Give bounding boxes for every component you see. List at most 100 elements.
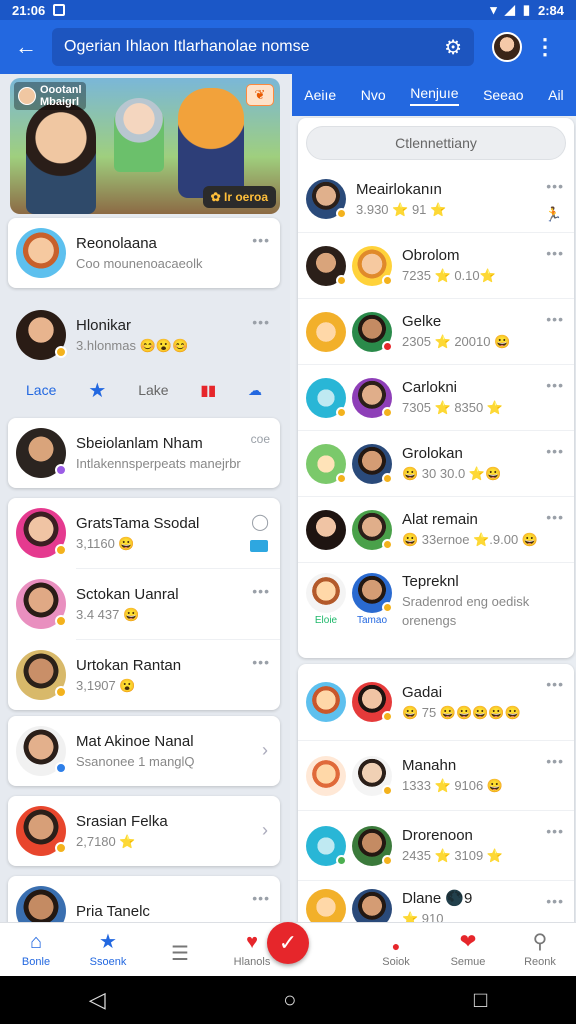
recents-square-icon[interactable]: □ — [474, 987, 487, 1013]
list-item[interactable]: Mat Akinoe Nanal Ssanonee 1 manglQ › — [8, 716, 280, 786]
status-dot — [382, 472, 393, 484]
list-card[interactable]: GratsTama Ssodal 3,1160 😀 ◯ Sctokan Uanr… — [8, 498, 280, 710]
list-card[interactable]: Reonolaana Coo mounenoacaeolk ••• — [8, 218, 280, 288]
status-dot — [336, 274, 347, 286]
system-nav: ◁ ○ □ — [0, 976, 576, 1024]
contact-subtitle: 2305 ⭐ 20010 😀 — [402, 334, 511, 349]
more-dots-icon[interactable]: ••• — [252, 583, 270, 599]
list-item[interactable]: Manahn 1333 ⭐ 9106 😀 ••• — [298, 740, 574, 810]
list-item[interactable]: Urtokan Rantan 3,1907 😮 ••• — [8, 640, 280, 710]
list-item[interactable]: Reonolaana Coo mounenoacaeolk ••• — [8, 218, 280, 288]
list-item[interactable]: Carlokni 7305 ⭐ 8350 ⭐ ••• — [298, 364, 574, 430]
back-arrow-icon[interactable]: ← — [6, 34, 46, 60]
tab-5[interactable]: Ail — [548, 87, 564, 103]
lake-action[interactable]: Lake — [138, 382, 168, 398]
list-item[interactable]: Gadai 😀 75 😀😀😀😀😀 ••• — [298, 664, 574, 740]
list-item[interactable]: Sbeiolanlam Nham Intlakennsperpeats mane… — [8, 418, 280, 488]
status-dot — [336, 208, 347, 219]
cloud-icon[interactable]: ☁ — [248, 382, 262, 399]
banner-badge-icon[interactable]: ❦ — [246, 84, 274, 106]
featured-banner[interactable]: Oootanl Mbaigrl ❦ ✿ Ir oeroa — [10, 78, 280, 214]
nav-search-2[interactable]: ⚲ Reonk — [504, 929, 576, 968]
list-item[interactable]: Hlonikar 3.hlonmas 😊😮😊 ••• — [8, 300, 280, 370]
back-triangle-icon[interactable]: ◁ — [89, 987, 106, 1013]
list-item[interactable]: Eloie Tamao Tepreknl Sradenrod eng oedis… — [298, 562, 574, 646]
nav-home[interactable]: ⌂ Bonle — [0, 931, 72, 968]
more-dots-icon[interactable]: ••• — [546, 509, 564, 525]
status-dot — [382, 538, 393, 550]
chat-bubble-icon[interactable]: ◯ — [251, 512, 270, 532]
fab-check-button[interactable]: ✓ — [267, 922, 309, 964]
list-icon: ☰ — [171, 943, 189, 965]
video-badge-icon[interactable] — [250, 540, 268, 552]
list-card[interactable]: Pria Tanelc ••• — [8, 876, 280, 922]
nav-home-label: Bonle — [21, 956, 51, 968]
status-dot — [55, 762, 67, 774]
notification-icon — [53, 4, 66, 16]
more-dots-icon[interactable]: ••• — [546, 311, 564, 327]
gear-icon[interactable]: ⚙ — [444, 35, 462, 60]
list-item[interactable]: GratsTama Ssodal 3,1160 😀 ◯ — [8, 498, 280, 568]
list-item[interactable]: Pria Tanelc ••• — [8, 876, 280, 922]
more-dots-icon[interactable]: ••• — [546, 443, 564, 459]
more-dots-icon[interactable]: ••• — [546, 753, 564, 769]
contact-subtitle: 1333 ⭐ 9106 😀 — [402, 778, 504, 793]
tab-2[interactable]: Nvo — [361, 87, 386, 103]
more-dots-icon[interactable]: ••• — [546, 676, 564, 692]
more-dots-icon[interactable]: ••• — [252, 890, 270, 906]
more-dots-icon[interactable]: ••• — [546, 823, 564, 839]
more-vert-icon[interactable]: ⋮ — [534, 34, 556, 60]
tab-4[interactable]: Seeao — [483, 87, 523, 103]
more-dots-icon[interactable]: ••• — [252, 654, 270, 670]
more-dots-icon[interactable]: ••• — [252, 314, 270, 330]
contact-subtitle: 3,1907 😮 — [76, 677, 136, 693]
list-item[interactable]: Alat remain 😀 33ernoe ⭐.9.00 😀 ••• — [298, 496, 574, 562]
list-item[interactable]: Srasian Felka 2,7180 ⭐ › — [8, 796, 280, 866]
list-card[interactable]: Srasian Felka 2,7180 ⭐ › — [8, 796, 280, 866]
more-dots-icon[interactable]: ••• — [546, 893, 564, 909]
avatar — [352, 311, 393, 352]
dot-icon: ● — [391, 938, 401, 954]
search-bar[interactable]: Ogerian Ihlaon Itlarhanolae nomse ⚙ — [52, 28, 474, 66]
list-item[interactable]: Gelke 2305 ⭐ 20010 😀 ••• — [298, 298, 574, 364]
status-battery-time: 2:84 — [537, 2, 564, 18]
contact-subtitle: Intlakennsperpeats manejrbr — [76, 456, 241, 471]
list-card[interactable]: Mat Akinoe Nanal Ssanonee 1 manglQ › — [8, 716, 280, 786]
list-item[interactable]: Dlane 🌑9 ⭐ 910 ••• — [298, 880, 574, 924]
contact-subtitle: 3.4 437 😀 — [76, 606, 140, 622]
list-item[interactable]: Grolokan 😀 30 30.0 ⭐😀 ••• — [298, 430, 574, 496]
list-item[interactable]: Obrolom 7235 ⭐ 0.10⭐ ••• — [298, 232, 574, 298]
avatar — [16, 579, 67, 629]
contact-name: Tepreknl — [402, 573, 459, 590]
star-icon[interactable]: ★ — [88, 378, 106, 403]
banner-tag-line2: Mbaigrl — [40, 96, 80, 108]
home-circle-icon[interactable]: ○ — [283, 987, 296, 1013]
list-card[interactable]: Sbeiolanlam Nham Intlakennsperpeats mane… — [8, 418, 280, 488]
nav-search[interactable]: ★ Ssoenk — [72, 929, 144, 968]
lace-action[interactable]: Lace — [26, 382, 56, 398]
banner-pill[interactable]: ✿ Ir oeroa — [202, 186, 276, 208]
avatar-caption: Eloie — [314, 615, 338, 626]
nav-list[interactable]: ☰ — [144, 941, 216, 968]
profile-avatar[interactable] — [492, 32, 522, 62]
chart-icon[interactable]: ▮▮ — [201, 382, 216, 399]
more-dots-icon[interactable]: ••• — [546, 178, 564, 194]
contact-subtitle: 😀 75 😀😀😀😀😀 — [402, 704, 521, 720]
nav-soiok[interactable]: ● Soiok — [360, 938, 432, 968]
more-dots-icon[interactable]: ••• — [252, 232, 270, 248]
avatar — [16, 310, 67, 360]
chevron-right-icon[interactable]: › — [262, 820, 268, 841]
tab-1[interactable]: Aeiıe — [304, 87, 336, 103]
avatar — [306, 889, 346, 924]
list-item[interactable]: Meairlokanın 3.930 ⭐ 91 ⭐ ••• 🏃 — [298, 166, 574, 232]
panel-search[interactable]: Ctlennettiany — [306, 126, 566, 160]
banner-person-image — [26, 102, 96, 214]
more-dots-icon[interactable]: ••• — [546, 245, 564, 261]
contact-subtitle: 😀 33ernoe ⭐.9.00 😀 — [402, 532, 539, 547]
list-item[interactable]: Drorenoon 2435 ⭐ 3109 ⭐ ••• — [298, 810, 574, 880]
chevron-right-icon[interactable]: › — [262, 740, 268, 761]
nav-semue[interactable]: ❤ Semue — [432, 929, 504, 968]
more-dots-icon[interactable]: ••• — [546, 377, 564, 393]
tab-3[interactable]: Nenjuıe — [410, 85, 459, 106]
list-item[interactable]: Sctokan Uanral 3.4 437 😀 ••• — [8, 569, 280, 639]
